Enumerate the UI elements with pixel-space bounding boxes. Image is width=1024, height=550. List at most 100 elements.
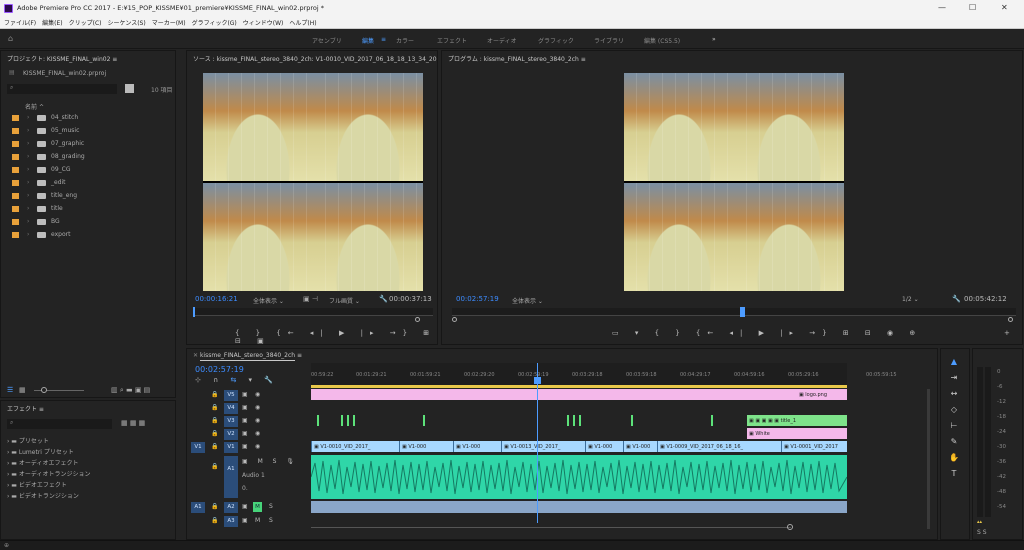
source-playhead[interactable] — [193, 307, 195, 317]
clip-v1-0004[interactable]: ▣ V1-000 — [623, 441, 657, 452]
mute-button[interactable]: M — [255, 517, 260, 524]
audio-clip-a2[interactable] — [311, 501, 847, 513]
workspace-assembly[interactable]: アセンブリ — [312, 36, 342, 45]
timeline-vertical-scrollbar[interactable] — [927, 389, 930, 529]
workspace-menu-icon[interactable]: ≡ — [381, 36, 386, 43]
audio-clip-a1[interactable] — [311, 455, 847, 499]
sync-lock-icon[interactable]: ▣ — [242, 517, 248, 524]
track-label[interactable]: V4 — [224, 403, 238, 414]
program-add-button[interactable]: + — [1004, 329, 1010, 337]
list-item[interactable]: › 08_grading — [1, 151, 173, 163]
list-item[interactable]: › export — [1, 229, 173, 241]
wrench-icon[interactable]: 🔧 — [952, 295, 961, 303]
timeline-horizontal-scrollbar[interactable] — [311, 527, 791, 528]
lock-icon[interactable]: 🔒 — [211, 404, 218, 411]
sync-lock-icon[interactable]: ▣ — [242, 391, 248, 398]
program-timecode-current[interactable]: 00:02:57:19 — [456, 295, 499, 303]
clip-v1-0013[interactable]: ▣ V1-0013_VID_2017_ — [501, 441, 585, 452]
mute-button-active[interactable]: M — [253, 502, 262, 512]
wrench-icon[interactable]: 🔧 — [379, 295, 388, 303]
hand-tool-icon[interactable]: ✋ — [947, 453, 961, 465]
expand-arrow-icon[interactable]: › — [27, 140, 29, 147]
lock-icon[interactable]: 🔒 — [211, 517, 218, 524]
selection-tool-icon[interactable]: ▲ — [947, 357, 961, 369]
program-transport-controls[interactable]: ▭ ▾ { } {← ◂| ▶ |▸ →} ⊞ ⊟ ◉ ⊕ — [612, 329, 922, 337]
clip-v1-0010[interactable]: ▣ V1-0010_VID_2017_ — [311, 441, 399, 452]
effects-item-presets[interactable]: › ▬ プリセット — [7, 436, 177, 447]
clip-v1-0001[interactable]: ▣ V1-000 — [399, 441, 453, 452]
effects-search-input[interactable]: ⌕ — [7, 419, 112, 429]
solo-button[interactable]: S — [269, 503, 273, 510]
title-clip-sliver[interactable] — [353, 415, 355, 426]
sync-lock-icon[interactable]: ▣ — [242, 404, 248, 411]
title-clip-sliver[interactable] — [341, 415, 343, 426]
clip-logo[interactable]: ▣ logo.png — [311, 389, 847, 400]
menu-help[interactable]: ヘルプ(H) — [289, 18, 316, 27]
razor-tool-icon[interactable]: ◇ — [947, 405, 961, 417]
new-bin-icon[interactable] — [125, 84, 134, 93]
list-item[interactable]: › 05_music — [1, 125, 173, 137]
program-monitor-title[interactable]: プログラム : kissme_FINAL_stereo_3840_2ch — [448, 56, 579, 63]
menu-graphics[interactable]: グラフィック(G) — [192, 18, 237, 27]
expand-arrow-icon[interactable]: › — [27, 153, 29, 160]
title-clip-sliver[interactable] — [579, 415, 581, 426]
expand-arrow-icon[interactable]: › — [27, 231, 29, 238]
clip-white[interactable]: ▣ White — [747, 428, 847, 439]
timeline-playhead-handle[interactable] — [534, 377, 541, 384]
track-a1-buttons[interactable]: ▣ M S 🎙 — [242, 458, 298, 465]
clip-v1-0002[interactable]: ▣ V1-000 — [453, 441, 501, 452]
panel-tools-icons[interactable]: ▥ ⌕ ▬ ▣ ▤ — [111, 386, 150, 395]
workspace-graphics[interactable]: グラフィック — [538, 36, 574, 45]
track-label[interactable]: V3 — [224, 416, 238, 427]
menu-window[interactable]: ウィンドウ(W) — [243, 18, 284, 27]
timeline-timecode[interactable]: 00:02:57:19 — [195, 365, 244, 374]
program-playhead[interactable] — [740, 307, 745, 317]
list-item[interactable]: › 09_CG — [1, 164, 173, 176]
timeline-playhead[interactable] — [537, 363, 538, 523]
effects-item-audio-transitions[interactable]: › ▬ オーディオトランジション — [7, 469, 177, 480]
name-column-header[interactable]: 名前 ^ — [25, 102, 44, 111]
type-tool-icon[interactable]: T — [947, 469, 961, 481]
slip-tool-icon[interactable]: ⊢ — [947, 421, 961, 433]
track-label[interactable]: V1 — [224, 442, 238, 453]
lock-icon[interactable]: 🔒 — [211, 391, 218, 398]
title-clip-sliver[interactable] — [567, 415, 569, 426]
workspace-color[interactable]: カラー — [396, 36, 414, 45]
icon-view-icon[interactable]: ▦ — [19, 386, 26, 394]
clip-v1-0003[interactable]: ▣ V1-000 — [585, 441, 623, 452]
solo-button[interactable]: S — [269, 517, 273, 524]
effects-item-audio-effects[interactable]: › ▬ オーディオエフェクト — [7, 458, 177, 469]
lock-icon[interactable]: 🔒 — [211, 430, 218, 437]
meter-solo-buttons[interactable]: S S — [977, 529, 987, 536]
effects-filter-icons[interactable]: ▦ ▦ ▦ — [121, 419, 145, 427]
list-view-icon[interactable]: ☰ — [7, 386, 13, 394]
lock-icon[interactable]: 🔒 — [211, 443, 218, 450]
close-icon[interactable]: ✕ — [1001, 3, 1008, 12]
track-label[interactable]: A3 — [224, 516, 238, 527]
list-item[interactable]: › title_eng — [1, 190, 173, 202]
workspace-editing-cs55[interactable]: 編集 (CS5.5) — [644, 36, 680, 45]
effects-item-lumetri[interactable]: › ▬ Lumetri プリセット — [7, 447, 177, 458]
source-zoom-handle[interactable] — [415, 317, 420, 322]
menu-sequence[interactable]: シーケンス(S) — [108, 18, 146, 27]
effects-panel-title[interactable]: エフェクト — [7, 406, 37, 413]
workspace-libraries[interactable]: ライブラリ — [594, 36, 624, 45]
track-label[interactable]: A1 — [224, 456, 238, 498]
expand-arrow-icon[interactable]: › — [27, 179, 29, 186]
track-select-tool-icon[interactable]: ⇥ — [947, 373, 961, 385]
workspace-audio[interactable]: オーディオ — [487, 36, 517, 45]
list-item[interactable]: › 07_graphic — [1, 138, 173, 150]
timeline-tool-icons[interactable]: ⊹ ∩ ⇆ ▾ 🔧 — [195, 376, 278, 384]
expand-arrow-icon[interactable]: › — [27, 114, 29, 121]
pen-tool-icon[interactable]: ✎ — [947, 437, 961, 449]
source-time-ruler[interactable] — [193, 308, 433, 316]
maximize-icon[interactable]: ☐ — [969, 3, 976, 12]
audio-track-volume[interactable]: 0. — [242, 485, 248, 492]
list-item[interactable]: › 04_stitch — [1, 112, 173, 124]
effects-item-video-transitions[interactable]: › ▬ ビデオトランジション — [7, 491, 177, 502]
work-area-bar[interactable] — [311, 385, 847, 388]
workspace-effects[interactable]: エフェクト — [437, 36, 467, 45]
expand-arrow-icon[interactable]: › — [27, 166, 29, 173]
minimize-icon[interactable]: — — [938, 3, 946, 12]
home-icon[interactable]: ⌂ — [8, 34, 13, 43]
